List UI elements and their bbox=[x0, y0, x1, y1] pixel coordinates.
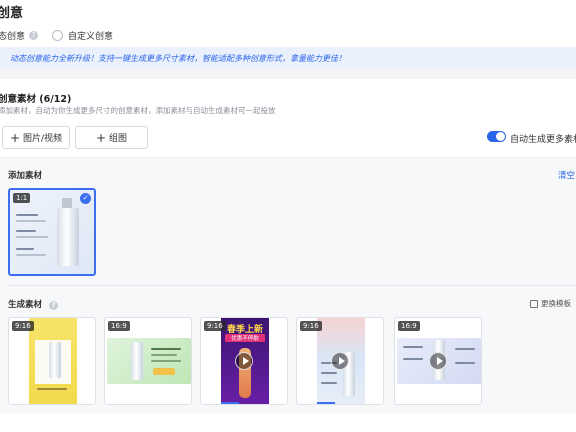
clear-link[interactable]: 清空 bbox=[558, 169, 575, 181]
add-group-label: 组图 bbox=[109, 134, 128, 144]
ratio-badge: 1:1 bbox=[13, 193, 31, 203]
play-icon[interactable] bbox=[235, 352, 253, 370]
text-line bbox=[151, 354, 177, 356]
text-line bbox=[16, 254, 46, 256]
product-bottle-image bbox=[131, 342, 143, 380]
generated-material-card[interactable]: 16:9 bbox=[394, 317, 482, 405]
text-line bbox=[321, 382, 337, 384]
added-materials-title: 添加素材 bbox=[8, 171, 43, 181]
creative-mode-row: 态创意 ? 自定义创意 bbox=[0, 28, 113, 42]
text-line bbox=[455, 362, 475, 364]
swap-template-button[interactable]: 更换模板 bbox=[530, 298, 571, 309]
plus-icon: + bbox=[95, 130, 107, 145]
materials-title: 创意素材 (6/12) bbox=[0, 94, 72, 105]
panel-divider bbox=[8, 285, 576, 286]
panel-bottom-spacer bbox=[0, 413, 576, 432]
question-icon[interactable]: ? bbox=[48, 301, 58, 310]
play-icon[interactable] bbox=[331, 352, 349, 370]
custom-creative-radio[interactable] bbox=[52, 29, 64, 41]
text-line bbox=[16, 230, 36, 232]
generated-material-card[interactable]: 9:16 春季上新 优惠不停歇 bbox=[200, 317, 288, 405]
text-line bbox=[403, 346, 423, 348]
progress-indicator bbox=[317, 402, 335, 404]
materials-description: 添加素材，自动为你生成更多尺寸的创意素材，添加素材与自动生成素材可一起投放 bbox=[0, 106, 276, 115]
added-material-card[interactable]: 1:1 ✓ bbox=[8, 188, 96, 276]
text-line bbox=[403, 358, 423, 360]
text-line bbox=[16, 220, 46, 222]
text-line bbox=[16, 248, 34, 250]
add-image-video-button[interactable]: + 图片/视频 bbox=[2, 126, 70, 149]
auto-generate-label: 自动生成更多素材 bbox=[510, 135, 576, 145]
product-bottle-image bbox=[49, 342, 61, 378]
text-line bbox=[455, 348, 475, 350]
dynamic-creative-option[interactable]: 态创意 bbox=[0, 29, 25, 42]
text-line bbox=[16, 214, 38, 216]
generated-materials-title: 生成素材 ? bbox=[8, 298, 58, 310]
generated-material-card[interactable]: 9:16 bbox=[8, 317, 96, 405]
banner-button-shape bbox=[153, 368, 175, 375]
generated-material-card[interactable]: 16:9 bbox=[104, 317, 192, 405]
text-line bbox=[151, 360, 181, 362]
template-icon bbox=[530, 299, 538, 308]
text-line bbox=[151, 348, 181, 350]
text-line bbox=[321, 372, 337, 374]
check-icon: ✓ bbox=[80, 193, 91, 204]
text-line bbox=[16, 236, 48, 238]
ratio-badge: 9:16 bbox=[300, 321, 322, 331]
page-title: 创意 bbox=[0, 6, 24, 21]
toggle-knob bbox=[496, 132, 505, 141]
section-divider bbox=[0, 69, 576, 79]
generated-material-card[interactable]: 9:16 bbox=[296, 317, 384, 405]
ratio-badge: 9:16 bbox=[204, 321, 226, 331]
question-icon[interactable]: ? bbox=[29, 30, 39, 40]
plus-icon: + bbox=[9, 130, 20, 145]
generated-title-text: 生成素材 bbox=[8, 300, 43, 310]
add-image-video-label: 图片/视频 bbox=[23, 134, 63, 144]
auto-generate-toggle[interactable] bbox=[487, 131, 506, 142]
ratio-badge: 9:16 bbox=[12, 321, 34, 331]
poster-subline: 优惠不停歇 bbox=[225, 334, 265, 342]
notice-text: 动态创意能力全新升级！支持一键生成更多尺寸素材，智能适配多种创意形式，拿量能力更… bbox=[10, 53, 346, 63]
text-line bbox=[37, 388, 67, 390]
custom-creative-label[interactable]: 自定义创意 bbox=[68, 29, 113, 42]
add-group-button[interactable]: + 组图 bbox=[75, 126, 148, 149]
product-bottle-image bbox=[57, 208, 79, 266]
ratio-badge: 16:9 bbox=[108, 321, 130, 331]
play-icon[interactable] bbox=[429, 352, 447, 370]
swap-template-label: 更换模板 bbox=[541, 299, 571, 308]
ratio-badge: 16:9 bbox=[398, 321, 420, 331]
upgrade-notice-banner: 动态创意能力全新升级！支持一键生成更多尺寸素材，智能适配多种创意形式，拿量能力更… bbox=[0, 47, 576, 69]
progress-indicator bbox=[221, 402, 239, 404]
